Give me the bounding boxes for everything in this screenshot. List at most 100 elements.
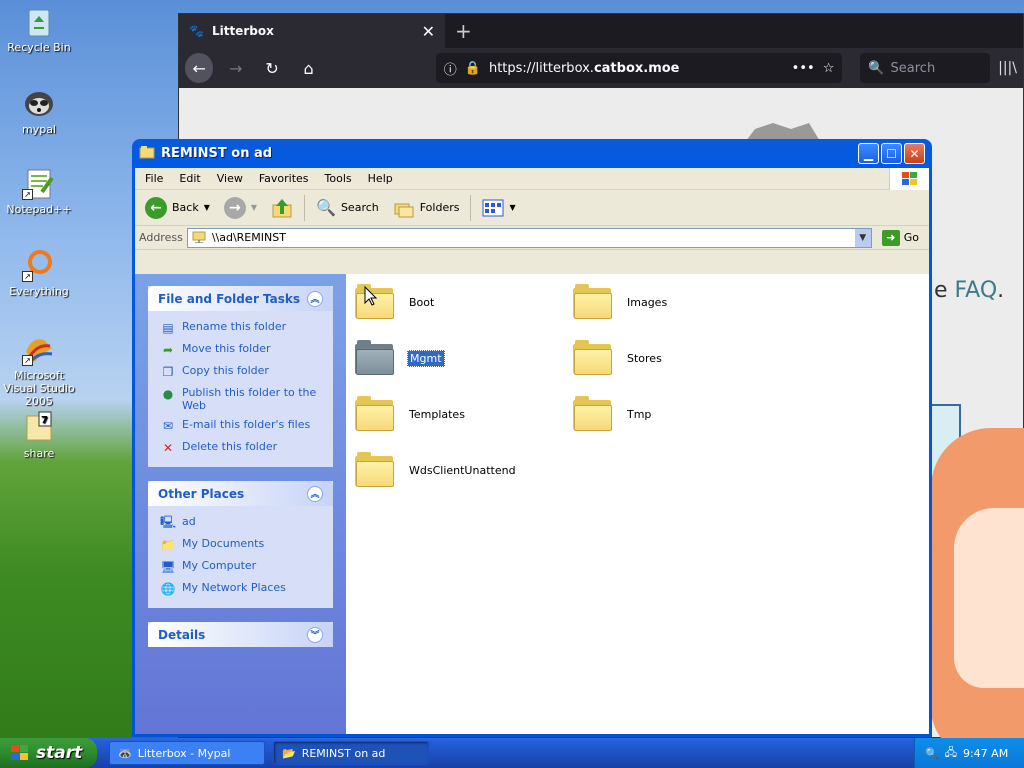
address-input[interactable]: \\ad\REMINST ▼ xyxy=(186,227,872,248)
go-button[interactable]: ➜ Go xyxy=(876,229,925,246)
faq-link[interactable]: FAQ xyxy=(955,278,998,303)
back-button[interactable]: ← Back ▼ xyxy=(139,193,216,223)
collapse-chevron-icon[interactable]: ︽ xyxy=(307,485,323,502)
shortcut-arrow-icon: ↗ xyxy=(22,271,33,282)
place-ad[interactable]: 🖳 ad xyxy=(160,512,323,534)
folder-item-tmp[interactable]: Tmp xyxy=(573,396,653,432)
toolbar: ← Back ▼ → ▼ 🔍 Search Folders ▼ xyxy=(135,190,929,226)
email-icon: ✉ xyxy=(162,419,174,433)
place-my-documents[interactable]: 📁 My Documents xyxy=(160,534,323,556)
folder-icon xyxy=(355,396,395,432)
collapse-chevron-icon[interactable]: ︽ xyxy=(307,290,323,307)
shortcut-arrow-icon: ↗ xyxy=(22,189,33,200)
folder-item-templates[interactable]: Templates xyxy=(355,396,467,432)
clock[interactable]: 9:47 AM xyxy=(963,747,1008,760)
recycle-bin-icon xyxy=(22,4,56,38)
page-actions-icon[interactable]: ••• xyxy=(792,61,815,76)
new-tab-button[interactable]: + xyxy=(445,14,482,48)
browser-search-input[interactable]: 🔍 Search xyxy=(860,53,991,83)
start-button[interactable]: start xyxy=(0,738,97,768)
menu-file[interactable]: File xyxy=(137,172,171,185)
desktop-icon-notepadpp[interactable]: ↗ Notepad++ xyxy=(0,166,78,216)
task-publish-web[interactable]: ● Publish this folder to the Web xyxy=(160,383,323,415)
minimize-button[interactable]: ▁ xyxy=(858,143,879,164)
desktop-icon-visual-studio[interactable]: ↗ Microsoft Visual Studio 2005 xyxy=(0,332,78,408)
windows-flag-icon xyxy=(11,745,28,760)
system-tray: 🔍 🖧 9:47 AM xyxy=(914,738,1024,768)
library-icon[interactable]: |||\ xyxy=(998,60,1017,76)
place-my-network-places[interactable]: 🌐 My Network Places xyxy=(160,578,323,600)
back-dropdown-icon[interactable]: ▼ xyxy=(204,203,210,212)
search-tray-icon[interactable]: 🔍 xyxy=(925,747,939,760)
other-places-panel: Other Places ︽ 🖳 ad 📁 My Documents 🖥 My … xyxy=(148,481,333,608)
search-icon: 🔍 xyxy=(868,60,885,76)
forward-arrow-icon[interactable]: → xyxy=(221,53,249,83)
taskbar-item-reminst[interactable]: 📂 REMINST on ad xyxy=(273,741,429,765)
reload-icon[interactable]: ↻ xyxy=(258,53,286,83)
folder-item-stores[interactable]: Stores xyxy=(573,340,664,376)
delete-icon: ✕ xyxy=(162,441,174,455)
menu-help[interactable]: Help xyxy=(360,172,401,185)
search-button[interactable]: 🔍 Search xyxy=(310,193,385,223)
explorer-window[interactable]: REMINST on ad ▁ ☐ ✕ File Edit View Favor… xyxy=(132,139,932,737)
folder-label: Templates xyxy=(409,407,465,421)
menu-tools[interactable]: Tools xyxy=(317,172,360,185)
views-button[interactable]: ▼ xyxy=(476,193,521,223)
task-copy-folder[interactable]: ❐ Copy this folder xyxy=(160,361,323,383)
folder-icon xyxy=(573,284,613,320)
file-folder-tasks-header[interactable]: File and Folder Tasks ︽ xyxy=(148,286,333,311)
back-arrow-icon[interactable]: ← xyxy=(185,53,214,83)
folder-item-wdsclientunattend[interactable]: WdsClientUnattend xyxy=(355,452,518,488)
folder-item-images[interactable]: Images xyxy=(573,284,669,320)
bookmark-star-icon[interactable]: ☆ xyxy=(823,61,835,76)
url-text: https://litterbox.catbox.moe xyxy=(488,60,680,76)
home-icon[interactable]: ⌂ xyxy=(294,53,322,83)
address-label: Address xyxy=(139,231,183,244)
mypal-icon: 🦝 xyxy=(118,746,132,760)
browser-navbar: ← → ↻ ⌂ ⓘ 🔒 https://litterbox.catbox.moe… xyxy=(179,48,1023,88)
folders-button[interactable]: Folders xyxy=(387,193,466,223)
up-folder-button[interactable] xyxy=(265,193,299,223)
folder-label-selected[interactable]: Mgmt xyxy=(407,349,445,367)
window-controls: ▁ ☐ ✕ xyxy=(856,143,925,164)
desktop-icon-share[interactable]: 7 share xyxy=(0,410,78,460)
tab-close-icon[interactable]: ✕ xyxy=(422,22,435,41)
expand-chevron-icon[interactable]: ︾ xyxy=(307,626,323,643)
maximize-button[interactable]: ☐ xyxy=(881,143,902,164)
svg-text:7: 7 xyxy=(41,415,48,426)
browser-tab[interactable]: 🐾 Litterbox ✕ xyxy=(179,14,445,48)
details-panel: Details ︾ xyxy=(148,622,333,647)
url-bar[interactable]: ⓘ 🔒 https://litterbox.catbox.moe ••• ☆ xyxy=(435,53,843,83)
task-email-files[interactable]: ✉ E-mail this folder's files xyxy=(160,415,323,437)
forward-arrow-icon: → xyxy=(223,196,246,219)
menu-edit[interactable]: Edit xyxy=(171,172,208,185)
tab-favicon-icon: 🐾 xyxy=(189,24,204,38)
window-title: REMINST on ad xyxy=(161,146,273,161)
forward-dropdown-icon[interactable]: ▼ xyxy=(251,203,257,212)
everything-search-icon: ↗ xyxy=(22,248,56,282)
forward-button[interactable]: → ▼ xyxy=(218,193,263,223)
my-computer-icon: 🖥 xyxy=(160,560,176,574)
menu-favorites[interactable]: Favorites xyxy=(251,172,317,185)
folder-item-mgmt[interactable]: Mgmt xyxy=(355,340,445,376)
title-bar[interactable]: REMINST on ad ▁ ☐ ✕ xyxy=(135,139,929,168)
desktop-icon-everything[interactable]: ↗ Everything xyxy=(0,248,78,298)
details-header[interactable]: Details ︾ xyxy=(148,622,333,647)
place-my-computer[interactable]: 🖥 My Computer xyxy=(160,556,323,578)
network-tray-icon[interactable]: 🖧 xyxy=(945,744,957,763)
task-delete-folder[interactable]: ✕ Delete this folder xyxy=(160,437,323,459)
menu-view[interactable]: View xyxy=(209,172,251,185)
other-places-header[interactable]: Other Places ︽ xyxy=(148,481,333,506)
desktop-icon-recycle-bin[interactable]: Recycle Bin xyxy=(0,4,78,54)
desktop-icon-mypal[interactable]: mypal xyxy=(0,86,78,136)
address-dropdown-icon[interactable]: ▼ xyxy=(854,228,871,247)
network-computer-icon: 🖳 xyxy=(160,514,177,529)
info-icon[interactable]: ⓘ xyxy=(444,59,457,78)
move-icon: ➦ xyxy=(162,343,174,357)
share-archive-icon: 7 xyxy=(22,410,56,444)
mypal-icon xyxy=(22,86,56,120)
close-button[interactable]: ✕ xyxy=(904,143,925,164)
task-move-folder[interactable]: ➦ Move this folder xyxy=(160,339,323,361)
taskbar-item-litterbox[interactable]: 🦝 Litterbox - Mypal xyxy=(109,741,265,765)
task-rename-folder[interactable]: ▤ Rename this folder xyxy=(160,317,323,339)
